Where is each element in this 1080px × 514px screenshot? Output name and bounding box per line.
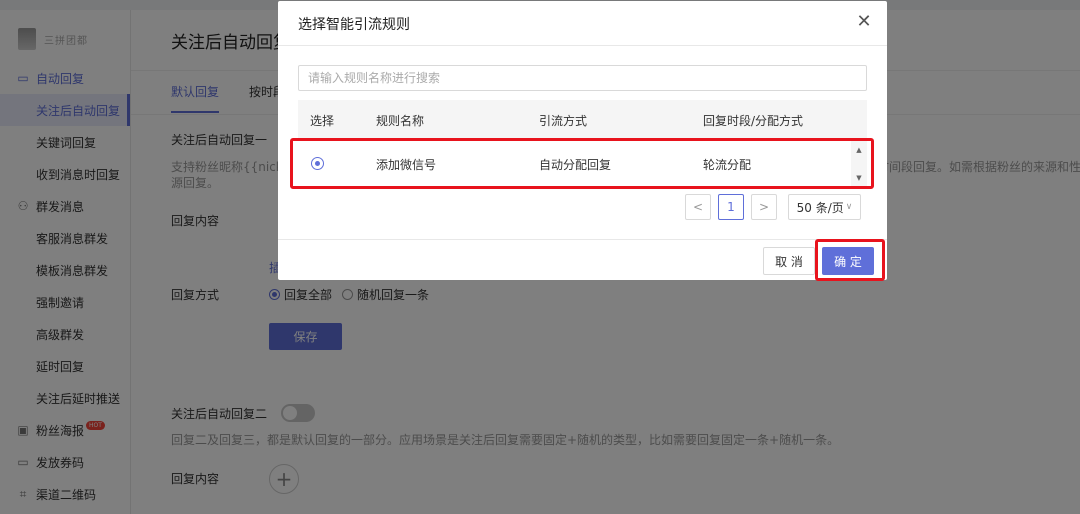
footer-divider (278, 239, 887, 240)
cell-method: 自动分配回复 (539, 158, 612, 172)
col-method: 引流方式 (539, 114, 588, 128)
rule-search-input[interactable] (298, 65, 867, 91)
page-size-value: 50 条/页 (796, 200, 844, 215)
col-schedule: 回复时段/分配方式 (703, 114, 804, 128)
modal-title: 选择智能引流规则 (298, 17, 410, 33)
scroll-up-icon[interactable]: ▲ (851, 144, 867, 156)
prev-page-button[interactable]: < (685, 194, 711, 220)
rule-select-modal: 选择智能引流规则 ✕ 选择 规则名称 引流方式 回复时段/分配方式 添加微信号 … (278, 1, 887, 281)
col-select: 选择 (310, 114, 335, 128)
chevron-down-icon: ∨ (845, 202, 853, 212)
page-size-select[interactable]: 50 条/页 ∨ (788, 194, 861, 220)
next-page-button[interactable]: > (751, 194, 777, 220)
col-rule-name: 规则名称 (376, 114, 425, 128)
confirm-button[interactable]: 确 定 (822, 247, 874, 275)
table-header: 选择 规则名称 引流方式 回复时段/分配方式 (298, 100, 867, 140)
page-1-button[interactable]: 1 (718, 194, 744, 220)
cell-schedule: 轮流分配 (703, 158, 752, 172)
close-icon[interactable]: ✕ (856, 13, 872, 31)
table-scrollbar[interactable]: ▲ ▼ (851, 140, 867, 188)
cancel-button[interactable]: 取 消 (763, 247, 815, 275)
row-radio-selected[interactable] (311, 157, 324, 170)
table-row[interactable]: 添加微信号 自动分配回复 轮流分配 ▲ ▼ (298, 140, 867, 188)
scroll-down-icon[interactable]: ▼ (851, 172, 867, 184)
cell-rule-name: 添加微信号 (376, 158, 437, 172)
modal-header: 选择智能引流规则 ✕ (278, 1, 887, 46)
